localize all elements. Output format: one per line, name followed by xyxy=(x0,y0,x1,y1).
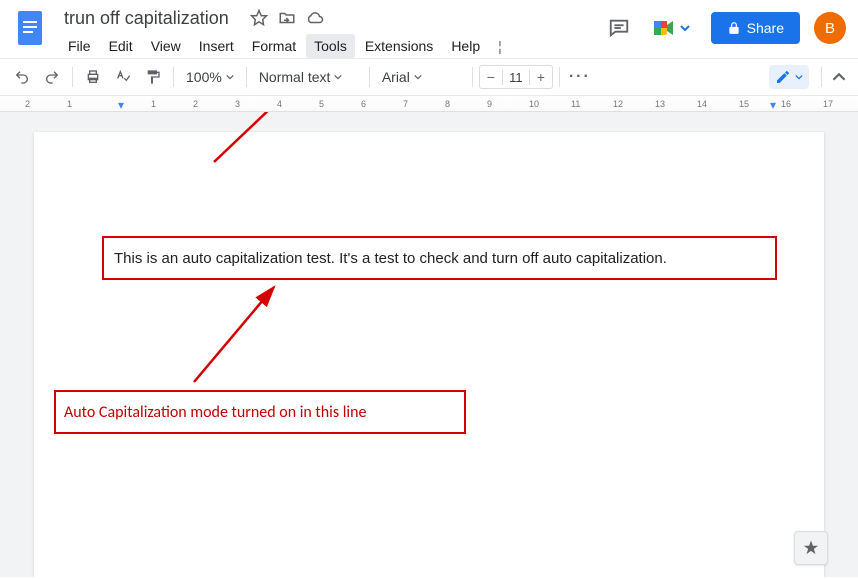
ruler-tick: 1 xyxy=(67,99,72,109)
share-button[interactable]: Share xyxy=(711,12,800,44)
ruler-tick: 9 xyxy=(487,99,492,109)
avatar[interactable]: B xyxy=(814,12,846,44)
share-label: Share xyxy=(747,20,784,36)
separator xyxy=(246,67,247,87)
annotation-arrow-2 xyxy=(184,282,294,392)
separator xyxy=(369,67,370,87)
annotation-arrow-1 xyxy=(194,112,334,172)
indent-marker-icon[interactable]: ▾ xyxy=(118,98,124,112)
move-folder-icon[interactable] xyxy=(278,9,296,27)
document-sentence[interactable]: This is an auto capitalization test. It'… xyxy=(114,250,667,267)
spellcheck-button[interactable] xyxy=(109,63,137,91)
more-tools-button[interactable]: ··· xyxy=(566,63,594,91)
meet-button[interactable] xyxy=(645,12,697,44)
undo-button[interactable] xyxy=(8,63,36,91)
menu-file[interactable]: File xyxy=(60,34,99,58)
ruler-tick: 2 xyxy=(193,99,198,109)
menu-format[interactable]: Format xyxy=(244,34,304,58)
cloud-status-icon[interactable] xyxy=(306,9,324,27)
highlight-sentence-box: This is an auto capitalization test. It'… xyxy=(102,236,777,280)
ruler-tick: 1 xyxy=(151,99,156,109)
ruler-tick: 7 xyxy=(403,99,408,109)
separator xyxy=(821,67,822,87)
zoom-select[interactable]: 100% xyxy=(180,63,240,91)
menu-view[interactable]: View xyxy=(143,34,189,58)
separator xyxy=(472,67,473,87)
print-button[interactable] xyxy=(79,63,107,91)
separator xyxy=(173,67,174,87)
ruler-tick: 15 xyxy=(739,99,749,109)
right-margin-marker-icon[interactable]: ▾ xyxy=(770,98,776,112)
menu-edit[interactable]: Edit xyxy=(101,34,141,58)
ruler[interactable]: ▾ ▾ 211234567891011121314151617 xyxy=(0,96,858,112)
highlight-annotation-box: Auto Capitalization mode turned on in th… xyxy=(54,390,466,434)
ruler-tick: 8 xyxy=(445,99,450,109)
font-size-input[interactable] xyxy=(502,70,530,85)
ruler-tick: 6 xyxy=(361,99,366,109)
editing-mode-button[interactable] xyxy=(769,65,809,89)
ruler-tick: 11 xyxy=(571,99,580,109)
ruler-tick: 12 xyxy=(613,99,623,109)
toolbar: 100% Normal text Arial − + ··· xyxy=(0,58,858,96)
ruler-tick: 14 xyxy=(697,99,707,109)
ruler-tick: 13 xyxy=(655,99,665,109)
font-size-decrease[interactable]: − xyxy=(480,69,502,85)
explore-button[interactable] xyxy=(794,531,828,565)
document-area: This is an auto capitalization test. It'… xyxy=(0,112,858,577)
ruler-tick: 3 xyxy=(235,99,240,109)
ruler-tick: 5 xyxy=(319,99,324,109)
separator xyxy=(559,67,560,87)
style-select[interactable]: Normal text xyxy=(253,63,363,91)
collapse-toolbar-button[interactable] xyxy=(828,66,850,88)
ruler-tick: 4 xyxy=(277,99,282,109)
menu-tools[interactable]: Tools xyxy=(306,34,355,58)
font-size-increase[interactable]: + xyxy=(530,69,552,85)
ruler-tick: 16 xyxy=(781,99,791,109)
ruler-tick: 17 xyxy=(823,99,833,109)
font-size-group: − + xyxy=(479,65,553,89)
menu-help[interactable]: Help xyxy=(443,34,488,58)
paint-format-button[interactable] xyxy=(139,63,167,91)
ruler-tick: 2 xyxy=(25,99,30,109)
doc-title-input[interactable] xyxy=(60,6,240,31)
document-annotation: Auto Capitalization mode turned on in th… xyxy=(64,403,366,422)
ruler-tick: 10 xyxy=(529,99,539,109)
page[interactable]: This is an auto capitalization test. It'… xyxy=(34,132,824,577)
redo-button[interactable] xyxy=(38,63,66,91)
docs-logo[interactable] xyxy=(12,6,48,48)
font-select[interactable]: Arial xyxy=(376,63,466,91)
menu-extensions[interactable]: Extensions xyxy=(357,34,441,58)
comments-icon[interactable] xyxy=(607,16,631,40)
star-icon[interactable] xyxy=(250,9,268,27)
separator xyxy=(72,67,73,87)
menu-insert[interactable]: Insert xyxy=(191,34,242,58)
menu-more[interactable]: ¦ xyxy=(490,34,510,58)
